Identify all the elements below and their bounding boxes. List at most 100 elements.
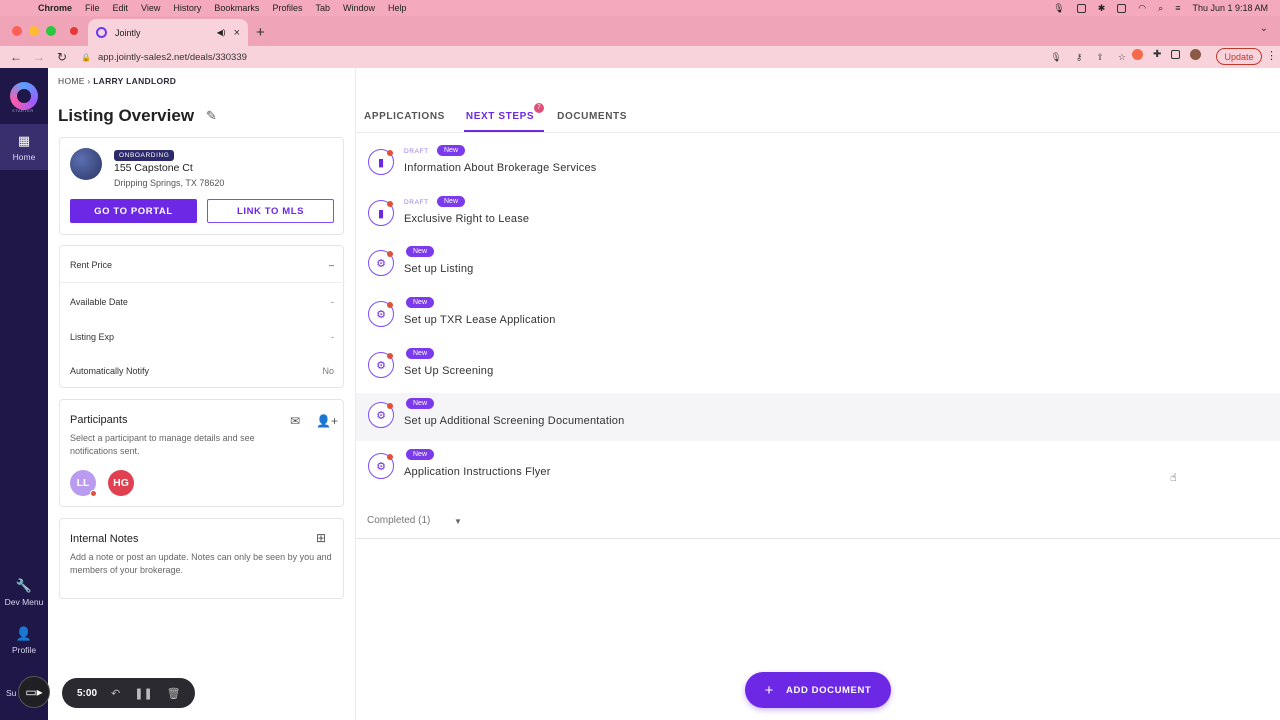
document-icon: ▮ bbox=[368, 149, 394, 175]
recording-time: 5:00 bbox=[77, 687, 98, 699]
tab-search-icon[interactable]: ⌄ bbox=[1260, 23, 1268, 34]
breadcrumb-current: LARRY LANDLORD bbox=[93, 76, 177, 86]
rail-item-home[interactable]: ▦ Home bbox=[0, 124, 48, 170]
add-document-button[interactable]: + ADD DOCUMENT bbox=[745, 672, 891, 708]
menu-edit[interactable]: Edit bbox=[113, 3, 129, 13]
tab-documents[interactable]: DOCUMENTS bbox=[557, 111, 627, 122]
menu-chrome[interactable]: Chrome bbox=[38, 3, 72, 13]
update-button[interactable]: Update bbox=[1216, 48, 1262, 65]
share-icon[interactable]: ⇪ bbox=[1096, 52, 1104, 63]
menu-view[interactable]: View bbox=[141, 3, 160, 13]
hand-cursor-icon: ☝ bbox=[1170, 472, 1177, 484]
control-center-icon[interactable]: ≡ bbox=[1175, 3, 1180, 13]
avatar-hg[interactable]: HG bbox=[108, 470, 134, 496]
property-city: Dripping Springs, TX 78620 bbox=[114, 178, 225, 188]
rail-item-dev-menu[interactable]: 🔧 Dev Menu bbox=[0, 578, 48, 607]
go-to-portal-button[interactable]: GO TO PORTAL bbox=[70, 199, 197, 223]
bookmark-star-icon[interactable]: ☆ bbox=[1118, 52, 1126, 63]
detail-row-listing-exp[interactable]: Listing Exp - bbox=[70, 332, 334, 342]
menu-file[interactable]: File bbox=[85, 3, 100, 13]
puzzle-icon[interactable]: ✚ bbox=[1153, 49, 1161, 60]
menu-window[interactable]: Window bbox=[343, 3, 375, 13]
pause-icon[interactable]: ❚❚ bbox=[134, 687, 152, 700]
tab-next-steps[interactable]: NEXT STEPS 7 bbox=[463, 103, 545, 132]
new-badge: New bbox=[406, 398, 435, 409]
step-item-3[interactable]: ⚙ New Set up TXR Lease Application bbox=[356, 292, 1280, 340]
sidebar-icon[interactable] bbox=[1171, 50, 1181, 59]
step-item-2[interactable]: ⚙ New Set up Listing bbox=[356, 241, 1280, 289]
menu-history[interactable]: History bbox=[173, 3, 201, 13]
rail-item-profile[interactable]: 👤 Profile bbox=[0, 626, 48, 655]
edit-pencil-icon[interactable]: ✎ bbox=[206, 108, 217, 124]
avatar-initials: LL bbox=[76, 477, 90, 489]
clock[interactable]: Thu Jun 1 9:18 AM bbox=[1192, 3, 1268, 13]
screen-icon[interactable] bbox=[1076, 3, 1086, 13]
completed-divider bbox=[356, 538, 1280, 539]
forward-icon[interactable]: → bbox=[32, 50, 46, 64]
wifi-icon[interactable]: ◠ bbox=[1138, 3, 1146, 14]
avatar-ll[interactable]: LL bbox=[70, 470, 97, 497]
detail-row-automatically-notify[interactable]: Automatically Notify No bbox=[70, 366, 334, 376]
microphone-icon[interactable]: 🎙 bbox=[1053, 3, 1064, 14]
step-item-0[interactable]: ▮ DRAFT New Information About Brokerage … bbox=[356, 140, 1280, 188]
lock-icon[interactable]: 🔒 bbox=[81, 53, 91, 62]
email-icon[interactable]: ✉ bbox=[290, 414, 300, 428]
menu-profiles[interactable]: Profiles bbox=[272, 3, 302, 13]
close-tab-icon[interactable]: × bbox=[234, 27, 240, 39]
property-card: ONBOARDING 155 Capstone Ct Dripping Spri… bbox=[59, 137, 344, 235]
avatar-initials: HG bbox=[113, 477, 129, 489]
camera-icon[interactable]: ▭▸ bbox=[18, 676, 50, 708]
address-bar[interactable]: 🔒 app.jointly-sales2.net/deals/330339 🎙 … bbox=[76, 48, 1126, 66]
add-person-icon[interactable]: 👤+ bbox=[316, 414, 338, 428]
spotlight-icon[interactable]: ⌕ bbox=[1158, 3, 1163, 14]
add-note-icon[interactable]: ⊞ bbox=[316, 531, 326, 545]
detail-label: Available Date bbox=[70, 297, 128, 307]
url-text[interactable]: app.jointly-sales2.net/deals/330339 bbox=[98, 52, 247, 63]
tab-applications[interactable]: APPLICATIONS bbox=[364, 111, 445, 122]
step-name: Set Up Screening bbox=[404, 365, 494, 377]
trash-icon[interactable]: 🗑 bbox=[167, 687, 181, 700]
chrome-menu-icon[interactable]: ⋮ bbox=[1266, 49, 1277, 62]
step-item-6[interactable]: ⚙ New Application Instructions Flyer bbox=[356, 444, 1280, 492]
mic-icon[interactable]: 🎙 bbox=[1050, 52, 1061, 63]
step-name: Application Instructions Flyer bbox=[404, 466, 551, 478]
minimize-window-button[interactable] bbox=[29, 26, 39, 36]
audio-icon[interactable]: ◀) bbox=[217, 28, 226, 37]
new-badge: New bbox=[406, 246, 435, 257]
detail-row-rent-price[interactable]: Rent Price – bbox=[70, 260, 334, 270]
link-to-mls-button[interactable]: LINK TO MLS bbox=[207, 199, 334, 223]
profile-avatar-icon[interactable] bbox=[1190, 49, 1202, 60]
detail-row-available-date[interactable]: Available Date - bbox=[70, 297, 334, 307]
app-sidebar: STARTER ▦ Home 🔧 Dev Menu 👤 Profile Su bbox=[0, 68, 48, 720]
back-icon[interactable]: ← bbox=[9, 50, 23, 64]
browser-tab-jointly[interactable]: Jointly ◀) × bbox=[88, 19, 248, 46]
zoom-window-button[interactable] bbox=[46, 26, 56, 36]
participants-description: Select a participant to manage details a… bbox=[70, 433, 255, 456]
detail-label: Listing Exp bbox=[70, 332, 115, 342]
step-item-5[interactable]: ⚙ New Set up Additional Screening Docume… bbox=[356, 393, 1280, 441]
key-icon[interactable]: ⚷ bbox=[1076, 52, 1083, 63]
bluetooth-icon[interactable]: ✱ bbox=[1098, 3, 1106, 14]
gear-icon: ⚙ bbox=[368, 352, 394, 378]
property-thumbnail bbox=[70, 148, 102, 180]
close-window-button[interactable] bbox=[12, 26, 22, 36]
new-tab-button[interactable]: + bbox=[256, 24, 265, 41]
completed-toggle[interactable]: Completed (1) bbox=[367, 515, 430, 526]
menu-tab[interactable]: Tab bbox=[315, 3, 330, 13]
browser-tab-strip: Jointly ◀) × + ⌄ bbox=[0, 16, 1280, 46]
chevron-down-icon[interactable]: ▼ bbox=[454, 517, 462, 526]
next-steps-count-badge: 7 bbox=[534, 103, 545, 113]
undo-icon[interactable]: ↶ bbox=[111, 687, 120, 700]
listing-details-card: Rent Price – Available Date - Listing Ex… bbox=[59, 245, 345, 388]
extension-icon[interactable] bbox=[1132, 49, 1143, 60]
home-grid-icon: ▦ bbox=[17, 133, 31, 148]
menu-help[interactable]: Help bbox=[388, 3, 407, 13]
battery-icon[interactable] bbox=[1117, 3, 1127, 13]
recording-indicator-icon bbox=[70, 27, 78, 35]
menu-bookmarks[interactable]: Bookmarks bbox=[214, 3, 259, 13]
reload-icon[interactable]: ↻ bbox=[55, 50, 69, 64]
breadcrumb-home[interactable]: HOME bbox=[58, 76, 85, 86]
step-item-1[interactable]: ▮ DRAFT New Exclusive Right to Lease bbox=[356, 191, 1280, 239]
step-item-4[interactable]: ⚙ New Set Up Screening bbox=[356, 343, 1280, 391]
jointly-logo-icon[interactable] bbox=[10, 82, 38, 110]
